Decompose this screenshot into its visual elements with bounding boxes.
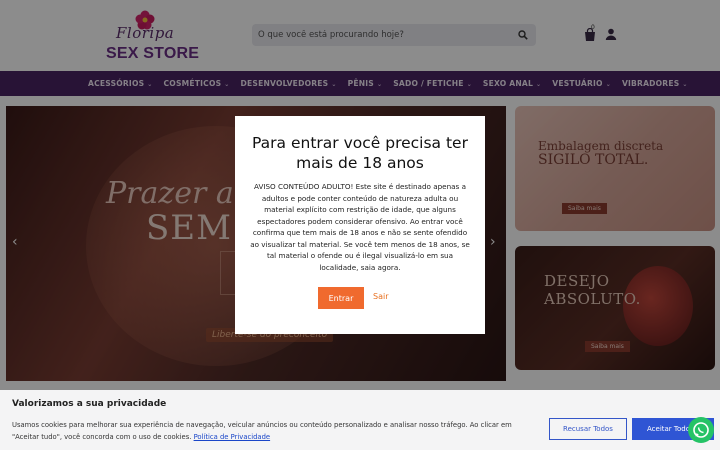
cookie-title: Valorizamos a sua privacidade <box>12 399 167 409</box>
age-verification-modal: Para entrar você precisa ter mais de 18 … <box>235 116 485 334</box>
modal-title: Para entrar você precisa ter mais de 18 … <box>252 134 468 172</box>
privacy-policy-link[interactable]: Política de Privacidade <box>194 433 271 441</box>
modal-warning-text: AVISO CONTEÚDO ADULTO! Este site é desti… <box>250 182 470 272</box>
cookie-consent-bar: Valorizamos a sua privacidade Usamos coo… <box>0 390 720 450</box>
whatsapp-button[interactable] <box>688 417 714 443</box>
enter-button[interactable]: Entrar <box>318 287 364 309</box>
whatsapp-icon <box>693 422 709 438</box>
reject-all-button[interactable]: Recusar Todos <box>549 418 627 440</box>
cookie-text-block: Usamos cookies para melhorar sua experiê… <box>12 419 532 443</box>
leave-link[interactable]: Sair <box>373 292 389 301</box>
